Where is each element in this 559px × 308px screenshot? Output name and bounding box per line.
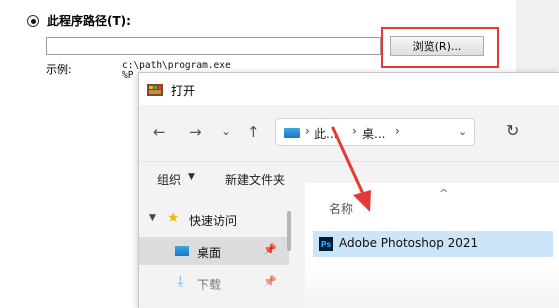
annotation-arrow — [331, 126, 371, 212]
